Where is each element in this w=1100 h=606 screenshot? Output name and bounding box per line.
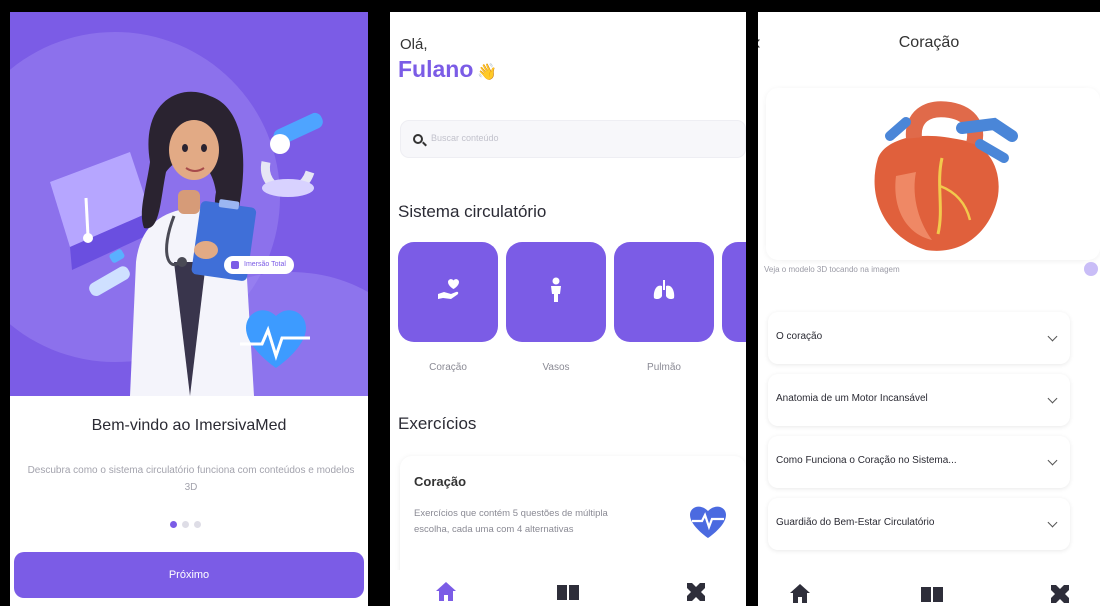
category-more[interactable]	[722, 242, 746, 342]
chevron-down-icon	[1047, 455, 1058, 466]
chip-label: Imersão Total	[244, 261, 286, 268]
user-name-row: Fulano 👋	[398, 56, 497, 83]
tools-icon[interactable]	[1046, 580, 1074, 606]
accordion-item[interactable]: Anatomia de um Motor Incansável	[768, 374, 1070, 426]
category-lungs[interactable]	[614, 242, 714, 342]
bottom-nav	[758, 572, 1100, 606]
info-icon[interactable]	[1084, 262, 1098, 276]
search-input[interactable]: Buscar conteúdo	[400, 120, 746, 158]
book-icon[interactable]	[554, 578, 582, 606]
next-button[interactable]: Próximo	[14, 552, 364, 598]
graduation-cap-icon	[50, 152, 150, 270]
accordion-item[interactable]: Como Funciona o Coração no Sistema...	[768, 436, 1070, 488]
onboarding-title: Bem-vindo ao ImersivaMed	[91, 417, 287, 434]
heart-model-card[interactable]	[766, 88, 1100, 260]
pagination-dot[interactable]	[182, 521, 189, 528]
accordion-item[interactable]: Guardião do Bem-Estar Circulatório	[768, 498, 1070, 550]
heart-3d-model[interactable]	[766, 88, 1100, 260]
category-label: Pulmão	[647, 362, 681, 373]
home-icon[interactable]	[786, 580, 814, 606]
exercise-description: Exercícios que contém 5 questões de múlt…	[414, 508, 608, 535]
hero-illustration: Imersão Total	[10, 12, 368, 396]
category-vessels[interactable]	[506, 242, 606, 342]
category-label: Vasos	[542, 362, 570, 373]
doctor-figure	[130, 91, 257, 396]
bottom-nav	[390, 570, 746, 606]
greeting: Olá,	[400, 36, 428, 53]
section-title-exercises: Exercícios	[398, 414, 477, 433]
doctor-illustration	[50, 91, 323, 396]
wave-icon: 👋	[477, 64, 498, 81]
detail-screen: ‹ Coração Veja o modelo 3D tocando na im…	[758, 12, 1100, 606]
exercise-title: Coração	[414, 474, 467, 489]
chevron-down-icon	[1047, 393, 1058, 404]
heart-hand-icon	[438, 279, 459, 299]
search-icon	[413, 134, 423, 144]
book-icon[interactable]	[918, 580, 946, 606]
hint-text: Veja o modelo 3D tocando na imagem	[764, 265, 900, 274]
pagination-dot[interactable]	[194, 521, 201, 528]
person-icon	[551, 277, 561, 302]
search-placeholder: Buscar conteúdo	[431, 133, 499, 143]
pagination-dots	[170, 521, 201, 528]
section-title-system: Sistema circulatório	[398, 202, 547, 221]
chevron-down-icon	[1047, 517, 1058, 528]
immersion-chip: Imersão Total	[224, 256, 294, 274]
accordion-label: Anatomia de um Motor Incansável	[776, 393, 928, 404]
user-name: Fulano	[398, 56, 474, 82]
microscope-icon	[260, 112, 323, 197]
page-title: Coração	[898, 34, 960, 51]
chevron-down-icon	[1047, 331, 1058, 342]
category-heart[interactable]	[398, 242, 498, 342]
lungs-icon	[653, 280, 675, 300]
onboarding-description: Descubra como o sistema circulatório fun…	[27, 465, 355, 493]
accordion-label: O coração	[776, 331, 823, 342]
onboarding-screen: Imersão Total Bem-vindo ao ImersivaMed D…	[10, 12, 368, 606]
accordion-item[interactable]: O coração	[768, 312, 1070, 364]
badge-icon	[231, 261, 239, 269]
accordion-label: Como Funciona o Coração no Sistema...	[776, 455, 957, 466]
home-screen: Olá, Fulano 👋 Buscar conteúdo Sistema cir…	[390, 12, 746, 606]
home-icon[interactable]	[432, 578, 460, 606]
heart-pulse-icon	[690, 506, 726, 538]
accordion-label: Guardião do Bem-Estar Circulatório	[776, 517, 935, 528]
category-label: Coração	[429, 362, 467, 373]
pagination-dot-active[interactable]	[170, 521, 177, 528]
tools-icon[interactable]	[682, 578, 710, 606]
